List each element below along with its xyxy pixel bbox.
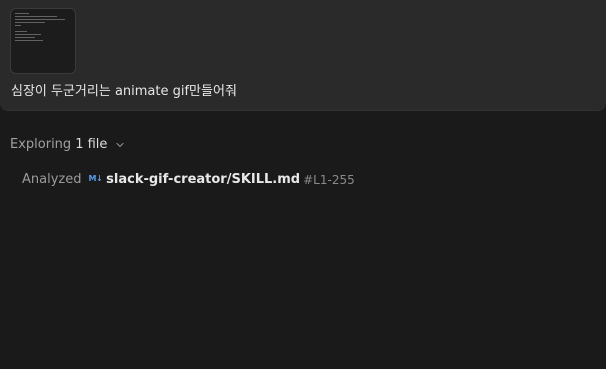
thumbnail-text-line [15,37,35,38]
file-path-link[interactable]: slack-gif-creator/SKILL.md [106,172,300,188]
exploring-toggle[interactable]: Exploring 1 file [10,137,125,153]
exploring-label: Exploring [10,137,72,152]
thumbnail-text-line [15,13,29,14]
chevron-down-icon [115,139,125,149]
exploring-count: 1 file [75,137,108,152]
thumbnail-text-line [15,19,65,20]
analyzed-label: Analyzed [22,172,82,187]
analyzed-file-row: Analyzed M↓ slack-gif-creator/SKILL.md #… [22,172,355,188]
thumbnail-text-line [15,16,57,17]
thumbnail-text-line [15,22,45,23]
thumbnail-text-line [15,31,27,32]
line-range: #L1-255 [303,173,355,187]
thumbnail-text-line [15,34,41,35]
thumbnail-text-line [15,25,21,26]
markdown-icon: M↓ [88,174,103,183]
chat-panel: 심장이 두군거리는 animate gif만들어줘 Exploring 1 fi… [0,0,606,369]
user-message: 심장이 두군거리는 animate gif만들어줘 [0,0,606,111]
attached-image-thumbnail[interactable] [10,8,76,74]
user-prompt-text: 심장이 두군거리는 animate gif만들어줘 [11,84,237,99]
thumbnail-text-line [15,40,43,41]
